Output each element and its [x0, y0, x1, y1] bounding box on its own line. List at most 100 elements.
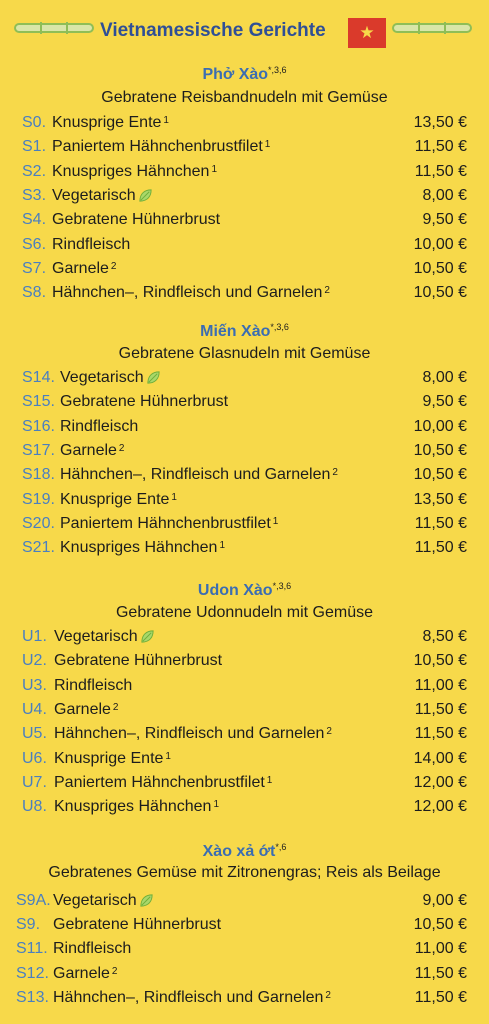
item-name-wrap: Paniertem Hähnchenbrustfilet 1 [54, 772, 272, 794]
section-subtitle: Gebratene Glasnudeln mit Gemüse [118, 345, 371, 362]
item-footnote: 2 [332, 467, 338, 479]
menu-item: S9. Gebratene Hühnerbrust 10,50 € [0, 914, 489, 936]
item-code: S20. [22, 514, 55, 532]
section-subtitle: Gebratene Udonnudeln mit Gemüse [115, 604, 374, 621]
item-footnote: 1 [213, 799, 219, 811]
item-price: 11,50 € [414, 138, 467, 156]
item-name-wrap: Vegetarisch [53, 890, 154, 912]
bamboo-left-icon [14, 22, 94, 34]
item-code: S14. [22, 369, 55, 386]
item-code: S1. [22, 138, 47, 156]
item-name-wrap: Gebratene Hühnerbrust [54, 650, 222, 672]
menu-title: Vietnamesische Gerichte [100, 20, 326, 41]
item-name-wrap: Hähnchen–, Rindfleisch und Garnelen 2 [52, 282, 330, 304]
item-name: Knusprige Ente [60, 490, 170, 508]
menu-item: S18. Hähnchen–, Rindfleisch und Garnelen 2… [0, 464, 489, 486]
section-subtitle: Gebratenes Gemüse mit Zitronengras; Reis… [48, 864, 441, 881]
item-name: Paniertem Hähnchenbrustfilet [52, 138, 263, 156]
item-name-wrap: Knusprige Ente 1 [60, 489, 177, 511]
item-name-wrap: Rindfleisch [53, 938, 131, 960]
item-name-wrap: Knusprige Ente 1 [54, 748, 171, 770]
item-name-wrap: Hähnchen–, Rindfleisch und Garnelen 2 [60, 464, 338, 486]
item-name: Hähnchen–, Rindfleisch und Garnelen [60, 466, 331, 484]
item-code: U3. [22, 676, 47, 694]
item-name-wrap: Garnele 2 [53, 963, 117, 985]
item-name: Knusprige Ente [54, 749, 164, 767]
item-price: 12,00 € [413, 773, 467, 791]
item-code: U4. [22, 700, 47, 718]
allergen-note: *,3,6 [270, 322, 289, 332]
vegetarian-leaf-icon [147, 371, 160, 384]
item-code: S21. [22, 539, 55, 557]
item-name-wrap: Vegetarisch [52, 185, 153, 207]
item-code: S0. [22, 114, 47, 131]
item-name-wrap: Gebratene Hühnerbrust [52, 209, 220, 231]
item-name: Hähnchen–, Rindfleisch und Garnelen [52, 284, 323, 302]
item-footnote: 1 [165, 750, 171, 762]
item-name-wrap: Knusprige Ente 1 [52, 112, 169, 134]
menu-item: S11. Rindfleisch 11,00 € [0, 938, 489, 960]
item-name: Paniertem Hähnchenbrustfilet [54, 773, 265, 791]
item-name: Hähnchen–, Rindfleisch und Garnelen [53, 988, 324, 1006]
vietnam-flag-icon: ★ [348, 18, 386, 48]
item-price: 14,00 € [413, 749, 467, 767]
item-name: Vegetarisch [54, 628, 138, 645]
item-footnote: 1 [171, 491, 177, 503]
menu-item: S13. Hähnchen–, Rindfleisch und Garnelen 2… [0, 987, 489, 1009]
item-name: Gebratene Hühnerbrust [54, 652, 223, 670]
menu-item: S16. Rindfleisch 10,00 € [0, 416, 489, 438]
item-code: S11. [16, 940, 48, 958]
item-name: Knuspriges Hähnchen [60, 539, 218, 557]
item-footnote: 2 [324, 285, 330, 297]
item-code: S2. [22, 162, 47, 180]
item-code: U2. [22, 652, 47, 670]
item-name: Gebratene Hühnerbrust [53, 916, 222, 934]
section-title: Miến Xào*,3,6 [0, 322, 489, 341]
item-name: Rindfleisch [60, 417, 139, 435]
item-price: 11,50 € [414, 725, 467, 743]
item-code: U7. [22, 773, 47, 791]
item-code: S17. [22, 441, 55, 459]
vegetarian-leaf-icon [139, 189, 152, 202]
menu-header: Vietnamesische Gerichte ★ [0, 8, 489, 48]
item-footnote: 1 [272, 515, 279, 527]
item-name-wrap: Hähnchen–, Rindfleisch und Garnelen 2 [53, 987, 331, 1009]
item-price: 10,00 € [413, 417, 467, 435]
item-footnote: 1 [266, 774, 273, 786]
item-name: Gebratene Hühnerbrust [60, 393, 229, 411]
item-code: U5. [22, 725, 47, 743]
item-price: 11,00 € [414, 940, 467, 958]
item-name-wrap: Rindfleisch [54, 675, 132, 697]
item-name-wrap: Gebratene Hühnerbrust [60, 391, 228, 413]
item-code: S19. [22, 490, 55, 508]
item-price: 11,50 € [414, 162, 467, 180]
item-code: U8. [22, 798, 47, 816]
item-price: 8,50 € [422, 628, 467, 645]
item-footnote: 1 [264, 139, 271, 151]
item-footnote: 2 [110, 260, 117, 272]
item-footnote: 1 [219, 540, 225, 552]
item-code: U1. [22, 628, 47, 645]
item-price: 9,00 € [422, 892, 467, 909]
item-price: 10,50 € [413, 652, 467, 670]
item-code: S18. [22, 466, 55, 484]
item-code: S8. [22, 284, 47, 302]
item-name: Paniertem Hähnchenbrustfilet [60, 514, 271, 532]
menu-item: S2. Knuspriges Hähnchen 1 11,50 € [0, 161, 489, 183]
item-name-wrap: Knuspriges Hähnchen 1 [60, 537, 225, 559]
item-code: S4. [22, 211, 47, 229]
item-name-wrap: Knuspriges Hähnchen 1 [54, 796, 219, 818]
item-price: 10,50 € [413, 284, 467, 302]
menu-item: U6. Knusprige Ente 1 14,00 € [0, 748, 489, 770]
menu-item: U3. Rindfleisch 11,00 € [0, 675, 489, 697]
item-price: 9,50 € [422, 393, 467, 411]
item-name: Rindfleisch [53, 940, 132, 958]
item-name: Gebratene Hühnerbrust [52, 211, 221, 229]
item-price: 8,00 € [422, 369, 467, 386]
item-name: Vegetarisch [52, 186, 136, 204]
item-price: 11,50 € [414, 700, 467, 718]
item-price: 10,00 € [413, 235, 467, 253]
item-code: S15. [22, 393, 55, 411]
menu-item: S19. Knusprige Ente 1 13,50 € [0, 489, 489, 511]
section-title-text: Xào xả ớt [202, 843, 276, 860]
